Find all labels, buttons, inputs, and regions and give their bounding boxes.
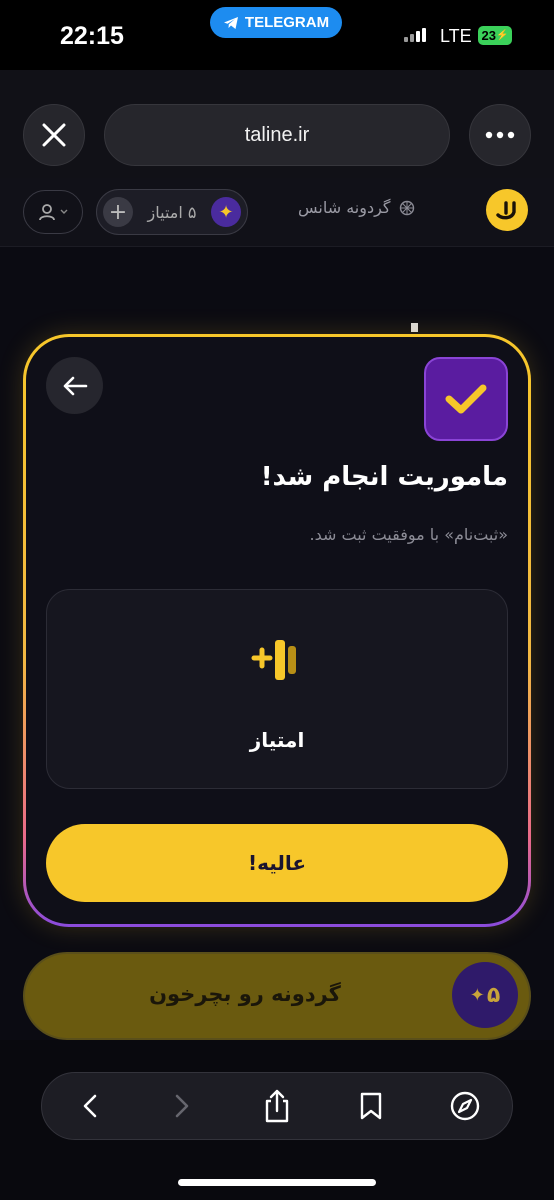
logo-icon [496, 201, 516, 220]
modal-title: ماموریت انجام شد! [260, 462, 508, 492]
open-in-browser-button[interactable] [441, 1082, 489, 1130]
confirm-button[interactable]: عالیه! [46, 824, 508, 902]
site-logo[interactable] [486, 189, 528, 231]
sparkle-icon: ✦ [210, 197, 241, 227]
battery-icon: 23 ⚡ [478, 26, 512, 45]
user-icon [39, 204, 55, 221]
battery-level: 23 [481, 28, 496, 43]
wheel-icon [399, 200, 414, 215]
close-icon [42, 123, 66, 147]
bookmark-icon [360, 1092, 382, 1120]
spin-cost-value: ۵ [486, 982, 501, 1008]
success-badge [424, 357, 508, 441]
status-time: 22:15 [60, 22, 124, 50]
spin-wheel-label: گردونه رو بچرخون [149, 982, 341, 1006]
signal-icon [404, 28, 426, 42]
add-points-icon[interactable]: + [103, 197, 133, 227]
points-reward-icon [251, 640, 296, 680]
chevron-right-icon [175, 1094, 189, 1118]
back-nav-button[interactable] [66, 1082, 114, 1130]
site-header [0, 178, 554, 247]
wheel-nav-label: گردونه شانس [298, 198, 391, 217]
forward-nav-button[interactable] [158, 1082, 206, 1130]
points-pill[interactable]: + ۵ امتیاز ✦ [96, 189, 248, 235]
compass-icon [450, 1091, 480, 1121]
chevron-left-icon [83, 1094, 97, 1118]
more-icon [485, 131, 515, 139]
chevron-down-icon [60, 209, 68, 214]
reward-label: امتیاز [249, 728, 305, 752]
bookmarks-button[interactable] [347, 1082, 395, 1130]
share-icon [265, 1089, 289, 1123]
modal-subtitle: «ثبت‌نام» با موفقیت ثبت شد. [309, 525, 508, 544]
home-indicator [178, 1179, 376, 1186]
scroll-marker [411, 323, 418, 332]
url-field[interactable]: taline.ir [104, 104, 450, 166]
share-button[interactable] [253, 1082, 301, 1130]
close-button[interactable] [23, 104, 85, 166]
back-button[interactable] [46, 357, 103, 414]
telegram-return-pill[interactable]: TELEGRAM [210, 7, 342, 38]
arrow-left-icon [63, 376, 87, 395]
network-type: LTE [440, 26, 472, 46]
sparkle-icon: ✦ [469, 984, 485, 1006]
points-label: ۵ امتیاز [147, 202, 197, 222]
user-menu-button[interactable] [23, 190, 83, 234]
check-icon [445, 384, 487, 414]
spin-cost-badge: ✦ ۵ [452, 962, 518, 1028]
telegram-label: TELEGRAM [244, 14, 330, 31]
wheel-nav-link[interactable]: گردونه شانس [298, 198, 434, 217]
telegram-icon [223, 16, 238, 29]
more-button[interactable] [469, 104, 531, 166]
